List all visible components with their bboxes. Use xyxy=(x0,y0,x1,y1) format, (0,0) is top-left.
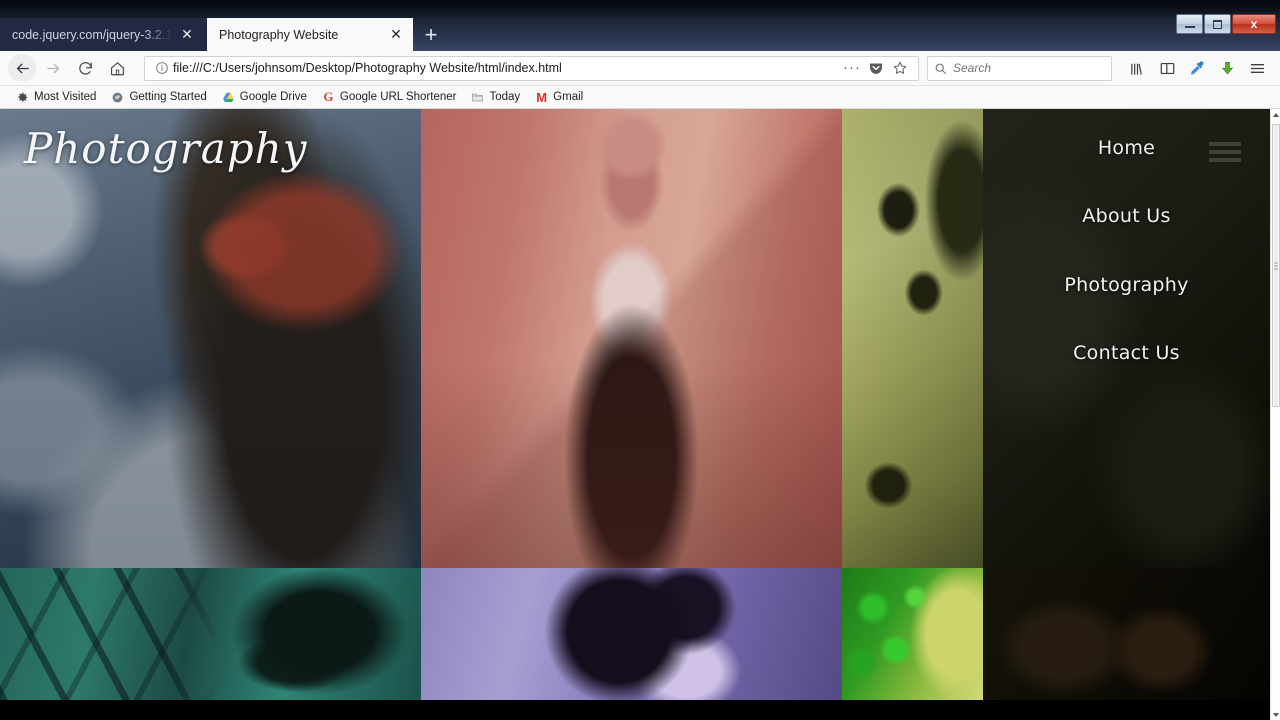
bookmark-google-url-shortener[interactable]: G Google URL Shortener xyxy=(316,89,463,106)
gallery-image-1[interactable]: Photography xyxy=(0,109,421,568)
arrow-right-icon xyxy=(45,60,62,77)
photo-overlay xyxy=(0,568,421,700)
bookmark-google-drive[interactable]: Google Drive xyxy=(216,89,313,106)
bookmark-star-button[interactable] xyxy=(888,60,912,76)
restore-button[interactable] xyxy=(1204,14,1231,34)
menu-icon[interactable] xyxy=(1242,54,1272,82)
minimize-button[interactable] xyxy=(1176,14,1203,34)
nav-link-photography[interactable]: Photography xyxy=(983,274,1270,296)
back-button[interactable] xyxy=(8,54,36,82)
photo-purple-portrait xyxy=(421,568,842,700)
bookmark-label: Google Drive xyxy=(240,91,307,103)
search-input[interactable] xyxy=(953,61,1105,75)
window-controls: x xyxy=(1175,14,1276,36)
scroll-down-arrow[interactable] xyxy=(1271,709,1280,720)
bookmark-most-visited[interactable]: Most Visited xyxy=(10,89,102,106)
page-scrollbar[interactable] xyxy=(1270,109,1280,720)
gallery-image-8[interactable] xyxy=(983,568,1270,700)
nav-link-contact-us[interactable]: Contact Us xyxy=(983,342,1270,364)
photo-green-foliage xyxy=(842,568,983,700)
title-bar xyxy=(0,0,1280,18)
bookmark-gmail[interactable]: M Gmail xyxy=(529,89,589,106)
gallery-image-3[interactable] xyxy=(842,109,983,568)
new-tab-button[interactable]: + xyxy=(413,21,449,49)
google-g-icon: G xyxy=(322,91,335,104)
hamburger-bar xyxy=(1209,142,1241,146)
site-logo[interactable]: Photography xyxy=(24,124,307,173)
forward-button[interactable] xyxy=(38,54,68,82)
arrow-left-icon xyxy=(14,60,31,77)
star-icon xyxy=(892,60,908,76)
download-icon[interactable] xyxy=(1212,54,1242,82)
gallery-image-5[interactable] xyxy=(0,568,421,700)
sidebar-icon[interactable] xyxy=(1152,54,1182,82)
photo-dark-scene xyxy=(983,568,1270,700)
library-icon[interactable] xyxy=(1122,54,1152,82)
url-text: file:///C:/Users/johnsom/Desktop/Photogr… xyxy=(173,61,840,75)
close-button[interactable]: x xyxy=(1232,14,1276,34)
photo-overlay xyxy=(842,109,983,568)
scroll-up-arrow[interactable] xyxy=(1271,109,1280,120)
bookmark-getting-started[interactable]: Getting Started xyxy=(105,89,212,106)
page-viewport: Photography xyxy=(0,109,1280,720)
gmail-m-icon: M xyxy=(535,91,548,104)
pocket-icon xyxy=(868,60,884,76)
bookmark-today[interactable]: Today xyxy=(465,89,526,106)
search-bar[interactable] xyxy=(927,56,1112,81)
info-icon[interactable] xyxy=(151,61,173,75)
tab-close-icon[interactable]: ✕ xyxy=(389,28,403,42)
search-icon xyxy=(934,62,947,75)
firefox-icon xyxy=(111,91,124,104)
hamburger-menu-icon[interactable] xyxy=(1209,142,1241,162)
reload-button[interactable] xyxy=(70,54,100,82)
tab-strip: code.jquery.com/jquery-3.2.1.min.js ✕ Ph… xyxy=(0,18,1280,51)
scrollbar-grip xyxy=(1274,262,1278,269)
nav-link-about-us[interactable]: About Us xyxy=(983,205,1270,227)
gallery-image-2[interactable] xyxy=(421,109,842,568)
hamburger-bar xyxy=(1209,158,1241,162)
gallery-image-6[interactable] xyxy=(421,568,842,700)
tab-title: Photography Website xyxy=(219,28,381,42)
gallery-image-7[interactable] xyxy=(842,568,983,700)
bookmark-label: Google URL Shortener xyxy=(340,91,457,103)
hamburger-bar xyxy=(1209,150,1241,154)
bookmark-label: Getting Started xyxy=(129,91,206,103)
plus-icon: + xyxy=(425,22,438,48)
bookmark-label: Today xyxy=(489,91,520,103)
bookmark-label: Most Visited xyxy=(34,91,96,103)
scrollbar-thumb[interactable] xyxy=(1272,124,1280,407)
bookmarks-toolbar: Most Visited Getting Started Google Driv… xyxy=(0,86,1280,109)
folder-icon xyxy=(471,91,484,104)
bookmark-label: Gmail xyxy=(553,91,583,103)
eyedropper-icon[interactable] xyxy=(1182,54,1212,82)
photo-overlay xyxy=(0,109,421,568)
tab-strip-empty-area xyxy=(449,18,1280,51)
tab-close-icon[interactable]: ✕ xyxy=(180,28,194,42)
gear-icon xyxy=(16,91,29,104)
photo-overlay xyxy=(421,109,842,568)
ellipsis-icon: ··· xyxy=(843,64,861,72)
tab-jquery[interactable]: code.jquery.com/jquery-3.2.1.min.js ✕ xyxy=(0,18,207,51)
pocket-button[interactable] xyxy=(864,60,888,76)
close-button-label: x xyxy=(1251,18,1258,30)
photography-gallery: Photography xyxy=(0,109,1270,720)
home-button[interactable] xyxy=(102,54,132,82)
site-navigation: Home About Us Photography Contact Us xyxy=(983,109,1270,570)
navigation-toolbar: file:///C:/Users/johnsom/Desktop/Photogr… xyxy=(0,51,1280,86)
home-icon xyxy=(109,60,126,77)
tab-title: code.jquery.com/jquery-3.2.1.min.js xyxy=(12,28,172,42)
reload-icon xyxy=(77,60,94,77)
drive-icon xyxy=(222,91,235,104)
browser-window: x code.jquery.com/jquery-3.2.1.min.js ✕ … xyxy=(0,0,1280,720)
tab-photography-website[interactable]: Photography Website ✕ xyxy=(207,18,413,51)
page-actions-button[interactable]: ··· xyxy=(840,64,864,72)
url-bar[interactable]: file:///C:/Users/johnsom/Desktop/Photogr… xyxy=(144,56,919,81)
